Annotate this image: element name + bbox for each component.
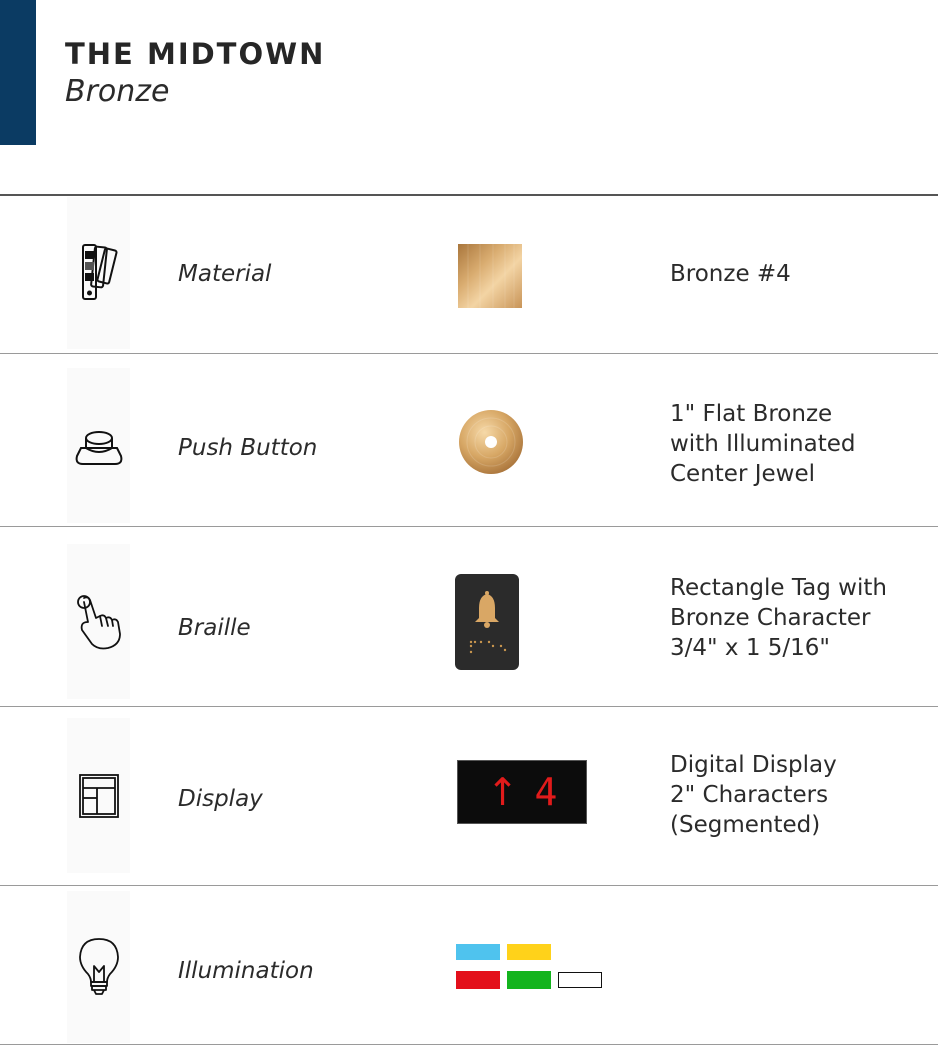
spec-value-line: Bronze #4 <box>670 261 791 287</box>
display-digit-glyph: 4 <box>534 770 558 814</box>
spec-value-line: 1" Flat Bronze <box>670 401 833 427</box>
icon-cell <box>67 718 130 873</box>
row-divider <box>0 1044 938 1045</box>
display-arrow-glyph: ↑ <box>486 770 519 814</box>
swatch-fan-icon <box>81 244 118 300</box>
top-divider <box>0 194 938 196</box>
spec-value: Rectangle Tag with Bronze Character 3/4"… <box>670 573 887 663</box>
row-divider <box>0 353 938 354</box>
spec-value-line: 2" Characters <box>670 782 829 808</box>
illumination-swatch-yellow <box>507 944 551 960</box>
icon-cell <box>67 368 130 523</box>
spec-value: Bronze #4 <box>670 259 791 289</box>
header-accent-bar <box>0 0 36 145</box>
icon-cell <box>67 544 130 699</box>
braille-tag-swatch <box>455 574 519 674</box>
row-divider <box>0 885 938 886</box>
spec-value: Digital Display 2" Characters (Segmented… <box>670 750 837 840</box>
page-title: THE MIDTOWN <box>65 37 326 71</box>
spec-value-line: with Illuminated <box>670 431 856 457</box>
row-divider <box>0 526 938 527</box>
row-divider <box>0 706 938 707</box>
light-bulb-icon <box>78 938 119 995</box>
push-button-icon <box>75 430 122 465</box>
touch-hand-icon <box>76 594 121 649</box>
spec-value-line: Digital Display <box>670 752 837 778</box>
icon-cell <box>67 197 130 349</box>
spec-label: Illumination <box>178 958 314 984</box>
spec-label: Display <box>178 786 263 812</box>
bronze-button-swatch <box>458 409 524 479</box>
illumination-swatch-white <box>558 972 602 988</box>
display-layout-icon <box>78 773 119 818</box>
illumination-swatch-red <box>456 971 500 989</box>
spec-label: Push Button <box>178 435 318 461</box>
spec-label: Material <box>178 261 272 287</box>
illumination-color-swatches <box>456 944 606 994</box>
spec-value-line: (Segmented) <box>670 812 821 838</box>
spec-value-line: Center Jewel <box>670 461 816 487</box>
digital-display-sample: ↑ 4 <box>457 760 587 824</box>
spec-label: Braille <box>178 615 251 641</box>
bronze-material-swatch <box>458 244 522 312</box>
spec-value-line: Rectangle Tag with <box>670 575 887 601</box>
spec-value-line: Bronze Character <box>670 605 871 631</box>
illumination-swatch-green <box>507 971 551 989</box>
spec-value-line: 3/4" x 1 5/16" <box>670 635 831 661</box>
icon-cell <box>67 891 130 1043</box>
page-subtitle: Bronze <box>65 74 170 109</box>
spec-value: 1" Flat Bronze with Illuminated Center J… <box>670 399 855 489</box>
illumination-swatch-blue <box>456 944 500 960</box>
